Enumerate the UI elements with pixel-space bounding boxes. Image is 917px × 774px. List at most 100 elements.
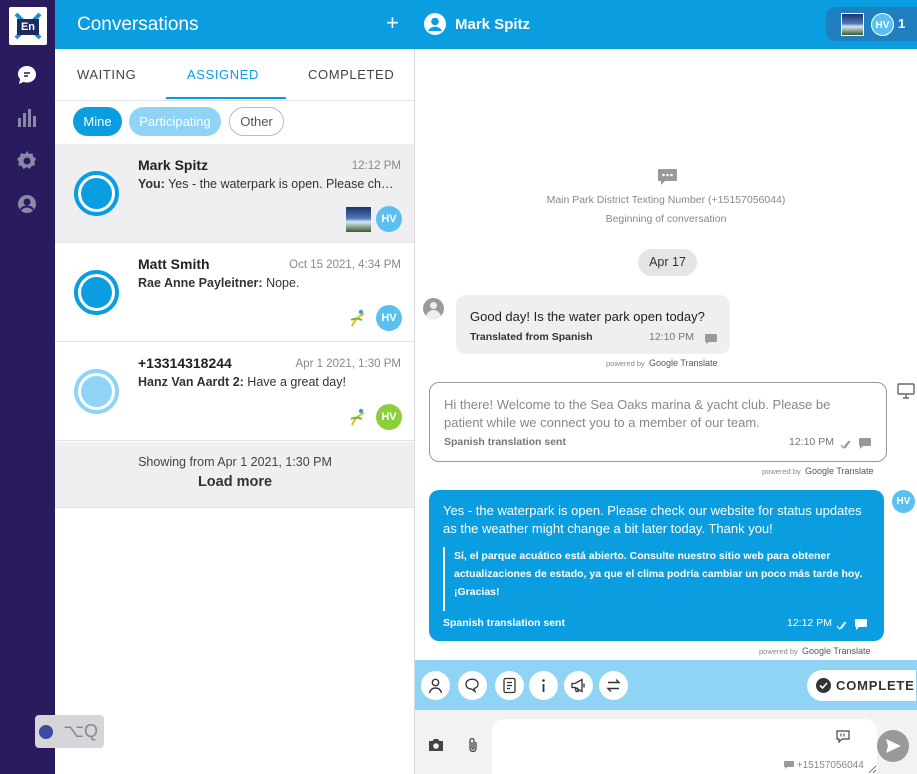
message-composer: +15157056044 (415, 710, 917, 774)
contact-name: +13314318244 (138, 355, 232, 371)
message-time: 12:10 PM (789, 436, 834, 448)
contact-status-icon (74, 270, 119, 315)
sending-number-value: +15157056044 (796, 760, 864, 771)
message-text: Yes - the waterpark is open. Please chec… (443, 503, 862, 536)
message-preview: Rae Anne Payleitner: Nope. (138, 276, 400, 290)
settings-gear-icon[interactable] (15, 149, 39, 173)
conversation-item[interactable]: +13314318244 Apr 1 2021, 1:30 PM Hanz Va… (55, 342, 415, 441)
translation-status: Spanish translation sent (444, 436, 566, 448)
logo-text: En (17, 19, 39, 35)
conversations-icon[interactable] (15, 63, 39, 87)
chat-contact-name[interactable]: Mark Spitz (455, 16, 530, 33)
conversation-item[interactable]: Matt Smith Oct 15 2021, 4:34 PM Rae Anne… (55, 243, 415, 342)
plus-icon[interactable]: + (386, 12, 399, 34)
powered-by-label: powered by (762, 467, 801, 476)
analytics-icon[interactable] (15, 106, 39, 130)
delivered-check-icon (836, 618, 848, 631)
preview-sender: Hanz Van Aardt 2: (138, 375, 244, 389)
chat-action-toolbar: COMPLETE (415, 660, 917, 710)
notes-button[interactable] (495, 671, 524, 700)
date-divider: Apr 17 (638, 249, 697, 276)
google-translate-label: Google Translate (804, 466, 874, 476)
showing-from-text: Showing from Apr 1 2021, 1:30 PM (138, 455, 332, 469)
contact-photo (346, 207, 371, 232)
agent-avatar: HV (376, 206, 402, 232)
assign-user-button[interactable] (421, 671, 450, 700)
powered-by-label: powered by (759, 647, 798, 656)
translation-status: Translated from Spanish (470, 331, 593, 343)
contact-name: Matt Smith (138, 256, 210, 272)
contact-profile-icon[interactable] (423, 12, 447, 36)
load-more-section: Showing from Apr 1 2021, 1:30 PM Load mo… (55, 442, 415, 508)
contact-status-icon (74, 171, 119, 216)
preview-text: Nope. (266, 276, 300, 290)
attachment-icon[interactable] (466, 737, 480, 753)
sms-icon (859, 436, 871, 449)
contact-avatar-icon (423, 298, 444, 319)
translated-text: Sí, el parque acuático está abierto. Con… (443, 547, 863, 611)
preview-text: Yes - the waterpark is open. Please chec… (168, 177, 400, 191)
complete-button[interactable]: COMPLETE (807, 670, 916, 701)
nav-rail: En ⌥Q (0, 0, 104, 774)
tab-assigned[interactable]: ASSIGNED (187, 67, 259, 82)
app-logo[interactable]: En (9, 7, 47, 45)
delivered-check-icon (840, 437, 852, 450)
camera-icon[interactable] (428, 738, 444, 752)
powered-by-label: powered by (606, 359, 645, 368)
automated-message-icon (897, 383, 915, 399)
participants-badge[interactable]: HV 1 (826, 7, 917, 41)
chat-bubble-icon (657, 168, 678, 186)
filter-mine[interactable]: Mine (73, 107, 122, 136)
shortcut-hint[interactable]: ⌥Q (35, 715, 104, 748)
participant-count: 1 (898, 16, 906, 31)
conversation-time: 12:12 PM (351, 160, 401, 172)
org-logo-icon (346, 405, 371, 430)
filter-participating[interactable]: Participating (129, 107, 221, 136)
complete-label: COMPLETE (836, 678, 915, 693)
template-icon[interactable] (836, 730, 850, 744)
broadcast-megaphone-button[interactable] (564, 671, 593, 700)
send-button[interactable] (877, 730, 909, 762)
profile-icon[interactable] (15, 192, 39, 216)
incoming-message: Good day! Is the water park open today? … (456, 295, 730, 354)
sms-icon (855, 617, 867, 630)
conversations-header: Conversations + (55, 0, 415, 49)
check-circle-icon (816, 678, 831, 693)
quick-replies-button[interactable] (458, 671, 487, 700)
load-more-button[interactable]: Load more (55, 474, 415, 490)
preview-sender: Rae Anne Payleitner: (138, 276, 263, 290)
tab-waiting[interactable]: WAITING (77, 67, 136, 82)
agent-avatar: HV (871, 13, 894, 36)
transfer-button[interactable] (599, 671, 628, 700)
outgoing-auto-message: Hi there! Welcome to the Sea Oaks marina… (429, 382, 887, 462)
contact-photo (841, 13, 864, 36)
info-button[interactable] (529, 671, 558, 700)
conversation-item[interactable]: Mark Spitz 12:12 PM You: Yes - the water… (55, 144, 415, 243)
conversation-time: Apr 1 2021, 1:30 PM (295, 358, 401, 370)
google-translate-label: Google Translate (801, 646, 871, 656)
google-translate-credit: powered by Google Translate (759, 646, 871, 656)
active-tab-indicator (166, 97, 286, 99)
sms-icon (705, 331, 717, 344)
agent-avatar: HV (376, 305, 402, 331)
system-number-text: Main Park District Texting Number (+1515… (546, 194, 786, 206)
agent-avatar: HV (376, 404, 402, 430)
preview-sender: You: (138, 177, 165, 191)
preview-text: Have a great day! (247, 375, 346, 389)
agent-avatar: HV (892, 490, 915, 513)
conversations-title: Conversations (77, 14, 199, 35)
filter-other[interactable]: Other (229, 107, 284, 136)
filter-bar: Mine Participating Other (55, 102, 415, 144)
conversation-tabs: WAITING ASSIGNED COMPLETED (55, 49, 415, 101)
org-logo-icon (346, 306, 371, 331)
assistant-icon (39, 725, 53, 739)
google-translate-label: Google Translate (648, 358, 718, 368)
tab-completed[interactable]: COMPLETED (308, 67, 394, 82)
message-time: 12:12 PM (787, 617, 832, 629)
conversation-start-text: Beginning of conversation (605, 213, 727, 225)
shortcut-hint-label: ⌥Q (63, 721, 98, 741)
outgoing-agent-message: Yes - the waterpark is open. Please chec… (429, 490, 884, 641)
message-preview: Hanz Van Aardt 2: Have a great day! (138, 375, 400, 389)
message-preview: You: Yes - the waterpark is open. Please… (138, 177, 400, 191)
google-translate-credit: powered by Google Translate (762, 466, 874, 476)
